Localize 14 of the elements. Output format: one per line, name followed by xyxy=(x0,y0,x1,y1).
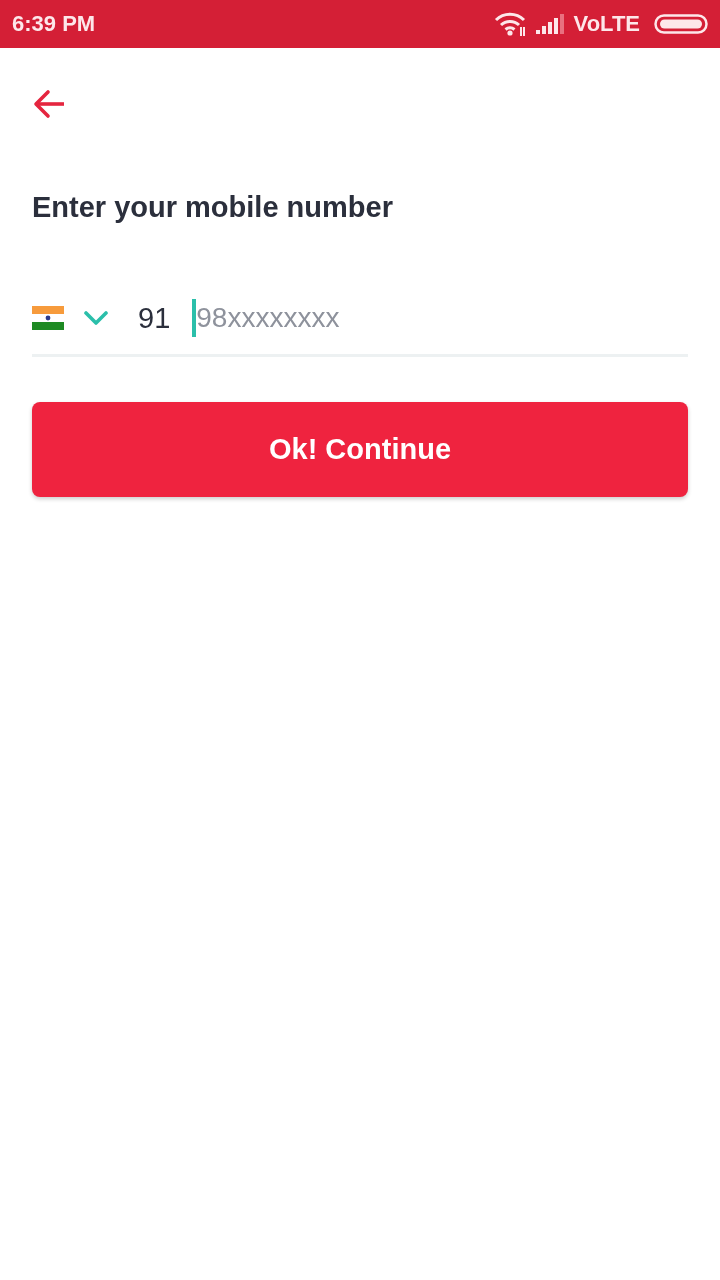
country-selector[interactable] xyxy=(32,306,108,330)
battery-icon xyxy=(654,14,708,34)
wifi-icon xyxy=(493,12,526,36)
country-code: 91 xyxy=(138,301,171,335)
status-time: 6:39 PM xyxy=(12,11,96,37)
signal-icon xyxy=(535,14,564,34)
chevron-down-icon xyxy=(84,311,108,325)
page-title: Enter your mobile number xyxy=(32,190,394,224)
continue-button[interactable]: Ok! Continue xyxy=(32,402,688,497)
india-flag-icon xyxy=(32,306,64,330)
network-label: VoLTE xyxy=(573,11,640,37)
back-button[interactable] xyxy=(32,87,66,121)
phone-input[interactable]: 98xxxxxxxx xyxy=(196,302,497,334)
back-arrow-icon xyxy=(32,89,66,119)
